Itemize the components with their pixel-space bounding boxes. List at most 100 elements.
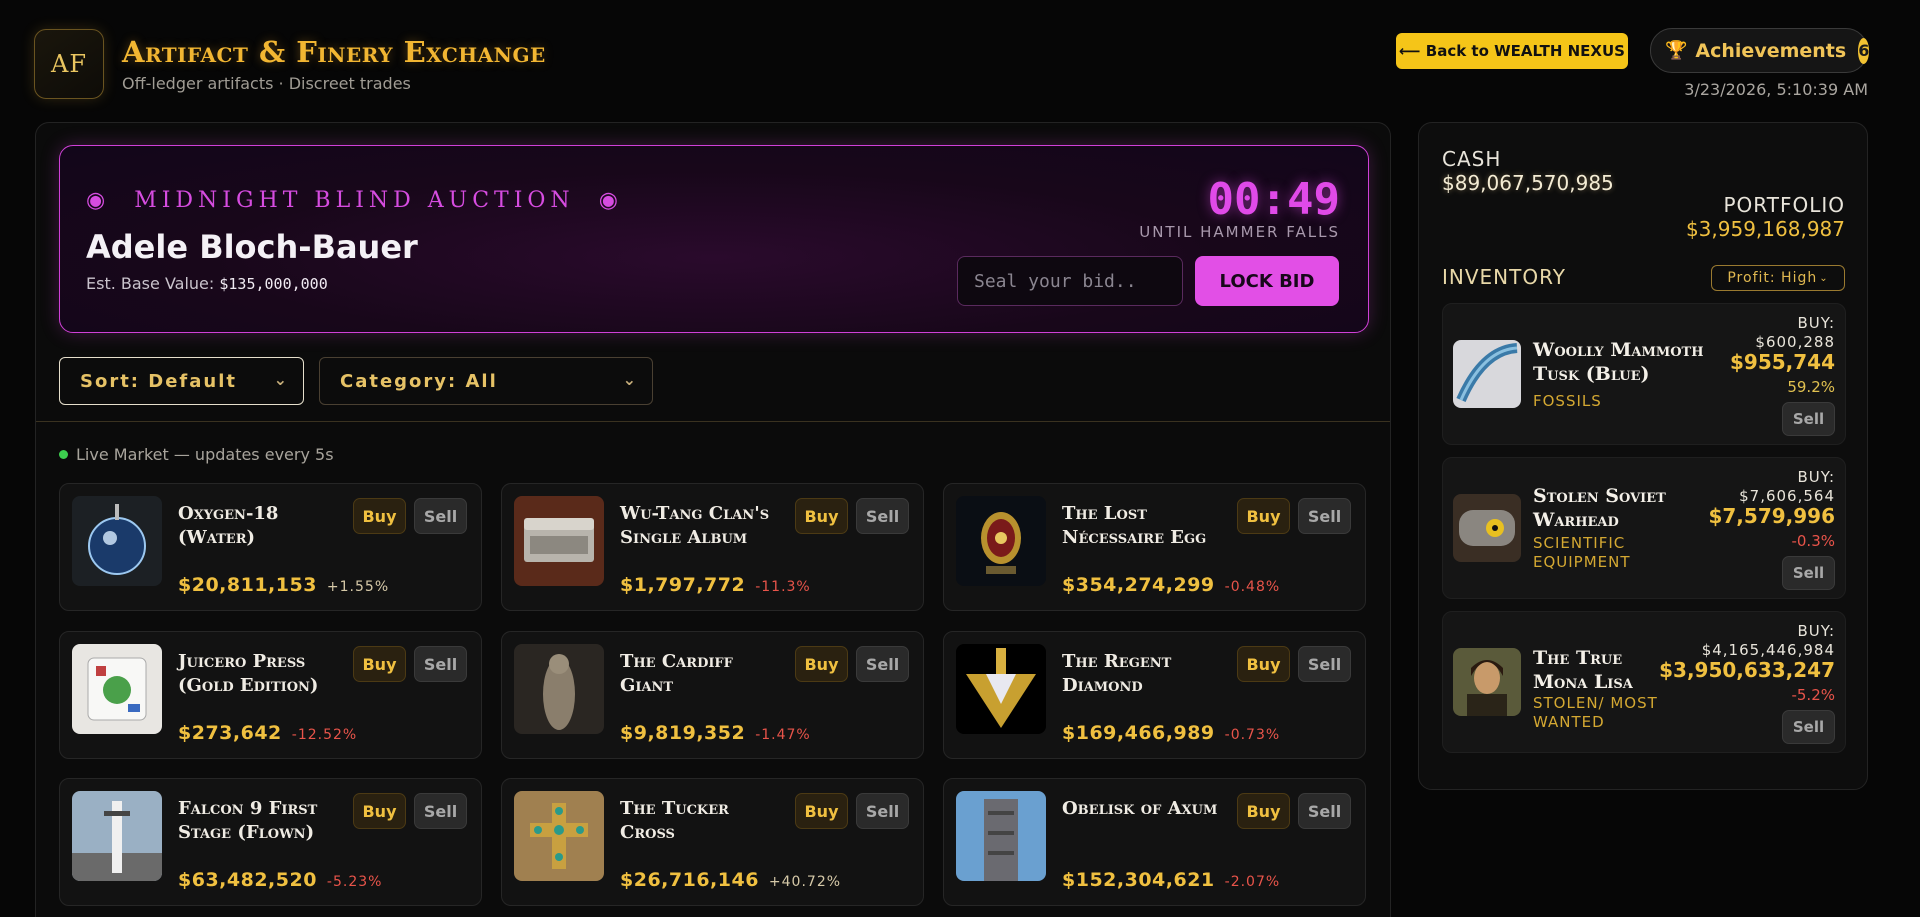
cash-label: CASH	[1442, 147, 1502, 171]
current-price: $955,744	[1729, 350, 1835, 374]
lock-bid-button[interactable]: LOCK BID	[1195, 256, 1339, 306]
buy-button[interactable]: Buy	[353, 646, 406, 682]
item-thumbnail	[956, 791, 1046, 881]
buy-price-label: BUY:	[1797, 468, 1835, 486]
item-name: Obelisk of Axum	[1062, 798, 1218, 819]
sell-button[interactable]: Sell	[856, 646, 909, 682]
profit-percent: -5.2%	[1791, 686, 1835, 704]
inventory-item-category: FOSSILS	[1533, 392, 1602, 410]
blind-auction-banner: ◉ MIDNIGHT BLIND AUCTION ◉ Adele Bloch-B…	[59, 145, 1369, 333]
sealed-bid-input[interactable]	[957, 256, 1183, 306]
market-item-card: The Regent Diamond Buy Sell $169,466,989 -0.…	[943, 631, 1366, 759]
market-item-card: The Tucker Cross Buy Sell $26,716,146 +40.72…	[501, 778, 924, 906]
buy-button[interactable]: Buy	[353, 498, 406, 534]
chevron-down-icon: ⌄	[273, 370, 289, 389]
inventory-item-category: STOLEN/ MOST WANTED	[1533, 694, 1658, 731]
sell-button[interactable]: Sell	[414, 498, 467, 534]
item-thumbnail	[956, 644, 1046, 734]
buy-button[interactable]: Buy	[795, 498, 848, 534]
cash-value: $89,067,570,985	[1442, 171, 1614, 195]
item-price: $1,797,772 -11.3%	[620, 574, 811, 596]
profit-percent: -0.3%	[1791, 532, 1835, 550]
buy-price: $7,606,564	[1739, 487, 1835, 505]
inventory-item-card: The True Mona Lisa STOLEN/ MOST WANTED BUY…	[1442, 611, 1846, 753]
sell-button[interactable]: Sell	[1782, 710, 1835, 744]
item-name: The Tucker Cross	[620, 798, 729, 843]
sell-button[interactable]: Sell	[414, 793, 467, 829]
live-market-text: Live Market — updates every 5s	[76, 445, 334, 464]
portfolio-panel: CASH $89,067,570,985 PORTFOLIO $3,959,16…	[1418, 122, 1868, 790]
market-item-card: Falcon 9 First Stage (Flown) Buy Sell $63,4…	[59, 778, 482, 906]
buy-button[interactable]: Buy	[353, 793, 406, 829]
brand: Artifact & Finery Exchange Off-ledger ar…	[122, 35, 546, 93]
item-price: $273,642 -12.52%	[178, 722, 358, 744]
sell-button[interactable]: Sell	[414, 646, 467, 682]
auction-item-title: Adele Bloch-Bauer	[86, 228, 418, 266]
achievements-button[interactable]: 🏆 Achievements 6	[1650, 28, 1870, 73]
item-thumbnail	[72, 791, 162, 881]
item-price: $354,274,299 -0.48%	[1062, 574, 1281, 596]
sell-button[interactable]: Sell	[1298, 793, 1351, 829]
item-change: -0.73%	[1224, 727, 1281, 743]
sell-button[interactable]: Sell	[1298, 498, 1351, 534]
item-name: Wu-Tang Clan's Single Album	[620, 503, 770, 548]
logo: AF	[34, 29, 104, 99]
chevron-down-icon: ⌄	[622, 370, 638, 389]
buy-button[interactable]: Buy	[1237, 646, 1290, 682]
item-price: $20,811,153 +1.55%	[178, 574, 390, 596]
item-change: -1.47%	[755, 727, 811, 743]
sell-button[interactable]: Sell	[856, 793, 909, 829]
buy-price-label: BUY:	[1797, 314, 1835, 332]
item-price: $26,716,146 +40.72%	[620, 869, 842, 891]
item-thumbnail	[514, 791, 604, 881]
item-change: -2.07%	[1224, 874, 1281, 890]
market-item-card: The Lost Nécessaire Egg Buy Sell $354,274,2…	[943, 483, 1366, 611]
item-price: $63,482,520 -5.23%	[178, 869, 383, 891]
profit-filter-select[interactable]: Profit: High ⌄	[1711, 265, 1845, 291]
item-price: $9,819,352 -1.47%	[620, 722, 811, 744]
eye-icon: ◉	[598, 188, 623, 213]
market-item-card: Juicero Press (Gold Edition) Buy Sell $273,…	[59, 631, 482, 759]
live-market-status: Live Market — updates every 5s	[59, 445, 334, 464]
sort-select[interactable]: Sort: Default ⌄	[59, 357, 304, 405]
market-item-card: The Cardiff Giant Buy Sell $9,819,352 -1.47%	[501, 631, 924, 759]
profit-filter-value: Profit: High	[1727, 270, 1818, 286]
item-name: The Cardiff Giant	[620, 651, 733, 696]
inventory-item-name: Woolly Mammoth Tusk (Blue)	[1533, 339, 1704, 385]
portfolio-value: $3,959,168,987	[1685, 217, 1845, 241]
sell-button[interactable]: Sell	[856, 498, 909, 534]
auction-base-value: Est. Base Value: $135,000,000	[86, 274, 328, 293]
item-change: +40.72%	[768, 874, 842, 890]
item-thumbnail	[72, 496, 162, 586]
category-select[interactable]: Category: All ⌄	[319, 357, 653, 405]
back-to-wealth-nexus-button[interactable]: ⟵ Back to WEALTH NEXUS	[1396, 33, 1628, 69]
eye-icon: ◉	[86, 188, 111, 213]
buy-button[interactable]: Buy	[795, 793, 848, 829]
base-value-label: Est. Base Value:	[86, 274, 215, 293]
item-thumbnail	[956, 496, 1046, 586]
item-name: Juicero Press (Gold Edition)	[178, 651, 319, 696]
live-indicator-icon	[59, 450, 68, 459]
buy-price: $600,288	[1755, 333, 1835, 351]
sell-button[interactable]: Sell	[1782, 556, 1835, 590]
buy-button[interactable]: Buy	[1237, 498, 1290, 534]
market-item-card: Wu-Tang Clan's Single Album Buy Sell $1,797…	[501, 483, 924, 611]
auction-kicker-text: MIDNIGHT BLIND AUCTION	[134, 188, 575, 213]
category-select-value: Category: All	[340, 370, 498, 392]
inventory-item-name: Stolen Soviet Warhead	[1533, 485, 1666, 531]
inventory-thumbnail	[1453, 340, 1521, 408]
base-value-amount: $135,000,000	[219, 275, 328, 293]
item-price: $152,304,621 -2.07%	[1062, 869, 1281, 891]
item-name: Oxygen-18 (Water)	[178, 503, 279, 548]
portfolio-label: PORTFOLIO	[1723, 193, 1845, 217]
item-thumbnail	[72, 644, 162, 734]
sell-button[interactable]: Sell	[1298, 646, 1351, 682]
buy-price-label: BUY:	[1797, 622, 1835, 640]
app-subtitle: Off-ledger artifacts · Discreet trades	[122, 74, 411, 93]
buy-button[interactable]: Buy	[795, 646, 848, 682]
sell-button[interactable]: Sell	[1782, 402, 1835, 436]
item-name: The Regent Diamond	[1062, 651, 1172, 696]
item-change: -12.52%	[291, 727, 358, 743]
buy-button[interactable]: Buy	[1237, 793, 1290, 829]
inventory-item-card: Stolen Soviet Warhead SCIENTIFIC EQUIPMEN…	[1442, 457, 1846, 599]
